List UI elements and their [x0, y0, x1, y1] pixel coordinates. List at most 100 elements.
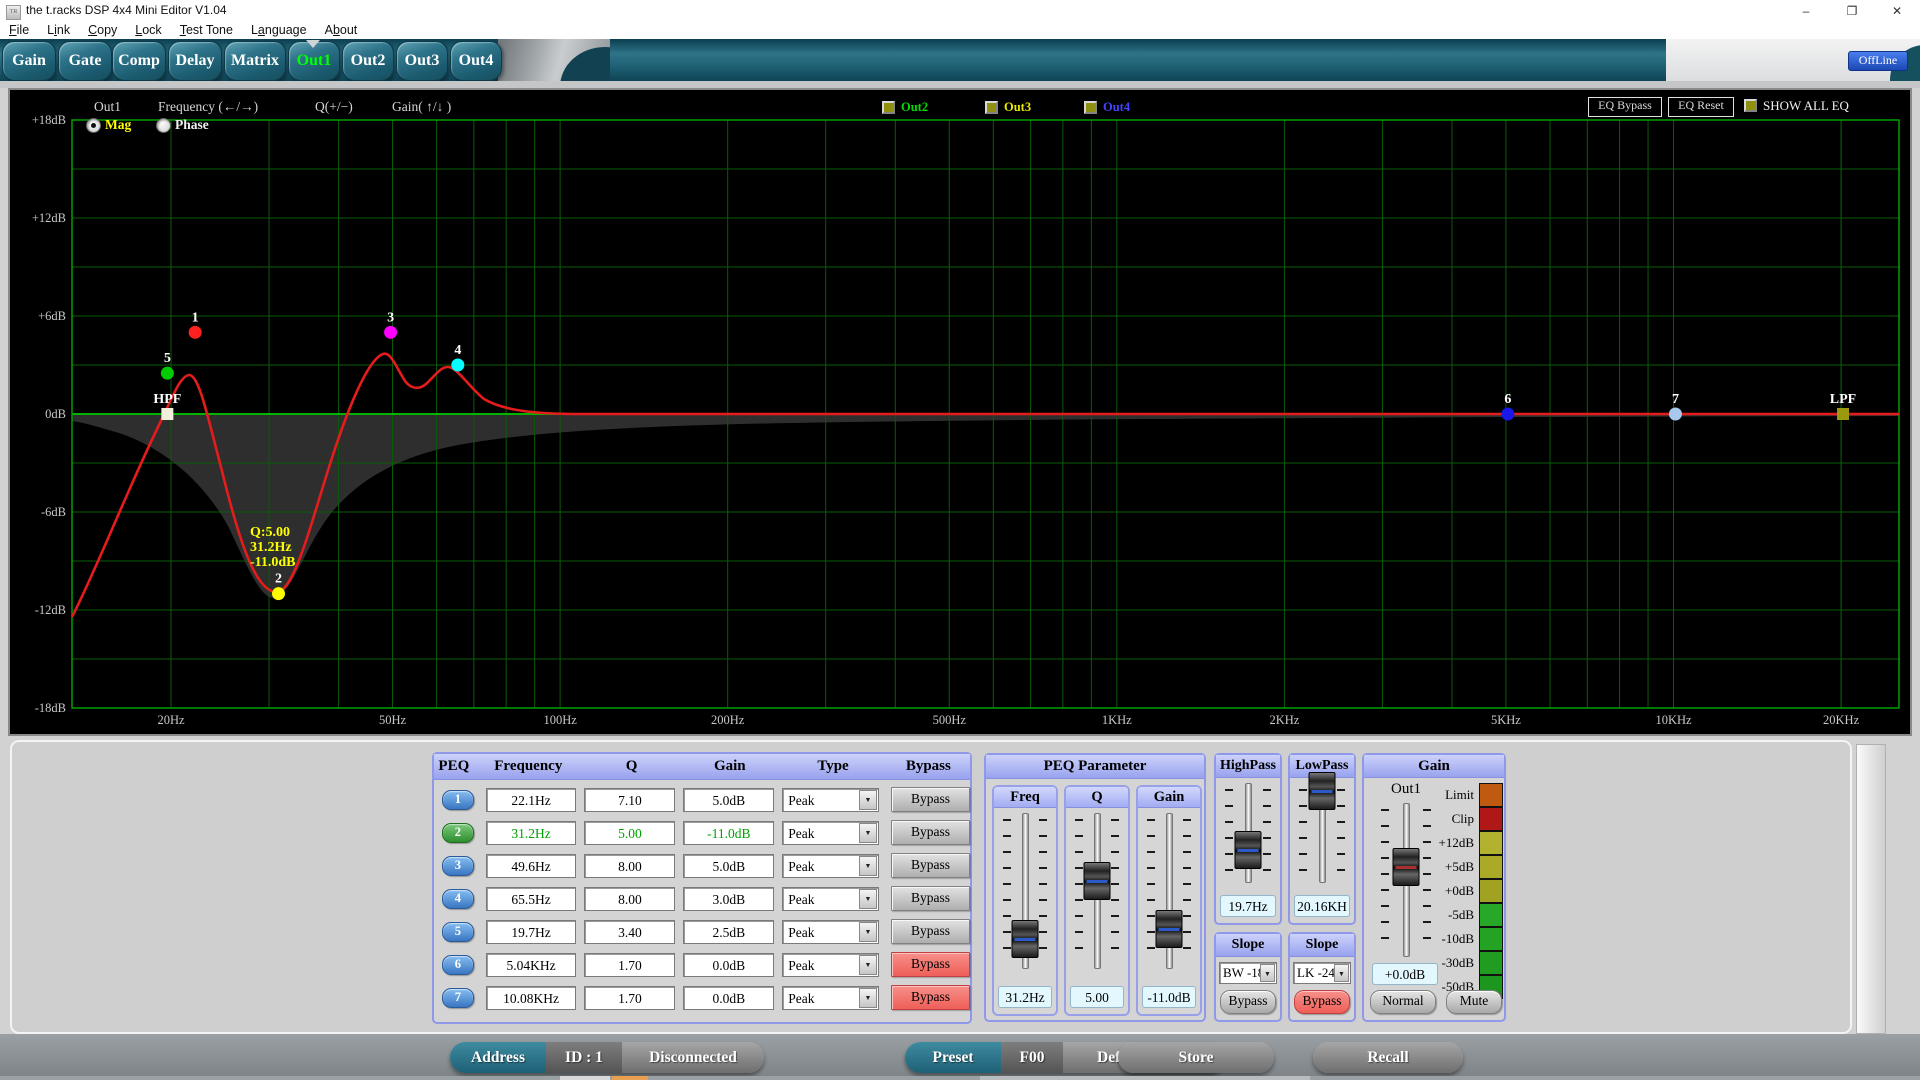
highpass-bypass-button[interactable]: Bypass: [1220, 990, 1276, 1014]
lowpass-bypass-button[interactable]: Bypass: [1294, 990, 1350, 1014]
gain-value[interactable]: -11.0dB: [1142, 986, 1196, 1008]
q-field[interactable]: 8.00: [584, 854, 675, 878]
menu-language[interactable]: Language: [242, 22, 316, 39]
menu-about[interactable]: About: [316, 22, 367, 39]
menu-link[interactable]: Link: [38, 22, 79, 39]
eq-point-3[interactable]: [384, 326, 397, 339]
type-dropdown[interactable]: Peak▼: [782, 887, 879, 911]
eq-reset-button[interactable]: EQ Reset: [1668, 97, 1734, 117]
recall-button[interactable]: Recall: [1313, 1042, 1463, 1073]
tab-delay[interactable]: Delay: [168, 41, 222, 81]
q-field[interactable]: 5.00: [584, 821, 675, 845]
lowpass-fader-handle[interactable]: [1309, 772, 1336, 810]
tab-gate[interactable]: Gate: [58, 41, 112, 81]
menu-copy[interactable]: Copy: [79, 22, 126, 39]
eq-point-7[interactable]: [1669, 408, 1682, 421]
bypass-button[interactable]: Bypass: [891, 853, 970, 878]
q-field[interactable]: 1.70: [584, 986, 675, 1010]
type-dropdown[interactable]: Peak▼: [782, 788, 879, 812]
gain-field[interactable]: 2.5dB: [683, 920, 774, 944]
q-field[interactable]: 8.00: [584, 887, 675, 911]
mute-button[interactable]: Mute: [1446, 990, 1502, 1014]
highpass-slope-dropdown[interactable]: BW -18 ▼: [1219, 962, 1277, 984]
chevron-down-icon[interactable]: ▼: [859, 823, 877, 843]
offline-status-button[interactable]: OffLine: [1848, 51, 1908, 71]
preset-button[interactable]: Preset: [905, 1042, 1001, 1073]
frequency-field[interactable]: 49.6Hz: [486, 854, 577, 878]
show-all-eq-checkbox[interactable]: [1744, 99, 1757, 112]
type-dropdown[interactable]: Peak▼: [782, 953, 879, 977]
band-number-badge[interactable]: 2: [442, 823, 474, 843]
chevron-down-icon[interactable]: ▼: [1334, 964, 1349, 982]
band-number-badge[interactable]: 7: [442, 988, 474, 1008]
eq-point-2[interactable]: [272, 587, 285, 600]
lowpass-slope-dropdown[interactable]: LK -24 ▼: [1293, 962, 1351, 984]
frequency-field[interactable]: 19.7Hz: [486, 920, 577, 944]
type-dropdown[interactable]: Peak▼: [782, 821, 879, 845]
q-value[interactable]: 5.00: [1070, 986, 1124, 1008]
chevron-down-icon[interactable]: ▼: [1260, 964, 1275, 982]
out4-overlay-checkbox[interactable]: [1084, 101, 1097, 114]
type-dropdown[interactable]: Peak▼: [782, 920, 879, 944]
mag-radio[interactable]: [86, 118, 101, 133]
out2-overlay-checkbox[interactable]: [882, 101, 895, 114]
gain-field[interactable]: 0.0dB: [683, 986, 774, 1010]
bypass-button[interactable]: Bypass: [891, 787, 970, 812]
gain-field[interactable]: 5.0dB: [683, 788, 774, 812]
output-gain-fader-handle[interactable]: [1393, 848, 1420, 886]
out3-overlay-checkbox[interactable]: [985, 101, 998, 114]
frequency-field[interactable]: 22.1Hz: [486, 788, 577, 812]
frequency-field[interactable]: 10.08KHz: [486, 986, 577, 1010]
bypass-button[interactable]: Bypass: [891, 952, 970, 977]
q-field[interactable]: 1.70: [584, 953, 675, 977]
frequency-field[interactable]: 5.04KHz: [486, 953, 577, 977]
tab-gain[interactable]: Gain: [2, 41, 56, 81]
band-number-badge[interactable]: 5: [442, 922, 474, 942]
freq-fader-handle[interactable]: [1012, 920, 1039, 958]
eq-point-4[interactable]: [451, 359, 464, 372]
chevron-down-icon[interactable]: ▼: [859, 922, 877, 942]
chevron-down-icon[interactable]: ▼: [859, 889, 877, 909]
gain-field[interactable]: -11.0dB: [683, 821, 774, 845]
type-dropdown[interactable]: Peak▼: [782, 986, 879, 1010]
preset-slot-label[interactable]: F00: [1001, 1042, 1063, 1073]
q-fader-handle[interactable]: [1084, 862, 1111, 900]
q-field[interactable]: 7.10: [584, 788, 675, 812]
eq-point-5[interactable]: [161, 367, 174, 380]
bypass-button[interactable]: Bypass: [891, 886, 970, 911]
device-id-label[interactable]: ID : 1: [546, 1042, 622, 1073]
eq-point-HPF[interactable]: [161, 408, 173, 420]
phase-radio[interactable]: [156, 118, 171, 133]
store-button[interactable]: Store: [1118, 1042, 1274, 1073]
q-field[interactable]: 3.40: [584, 920, 675, 944]
menu-test-tone[interactable]: Test Tone: [171, 22, 242, 39]
gain-field[interactable]: 3.0dB: [683, 887, 774, 911]
tab-out3[interactable]: Out3: [396, 41, 448, 81]
gain-field[interactable]: 5.0dB: [683, 854, 774, 878]
close-button[interactable]: ✕: [1874, 0, 1920, 22]
chevron-down-icon[interactable]: ▼: [859, 790, 877, 810]
frequency-field[interactable]: 65.5Hz: [486, 887, 577, 911]
freq-value[interactable]: 31.2Hz: [998, 986, 1052, 1008]
eq-point-1[interactable]: [189, 326, 202, 339]
bypass-button[interactable]: Bypass: [891, 919, 970, 944]
bypass-button[interactable]: Bypass: [891, 820, 970, 845]
highpass-fader-handle[interactable]: [1235, 831, 1262, 869]
highpass-value[interactable]: 19.7Hz: [1220, 895, 1276, 917]
chevron-down-icon[interactable]: ▼: [859, 955, 877, 975]
frequency-field[interactable]: 31.2Hz: [486, 821, 577, 845]
gain-fader-handle[interactable]: [1156, 910, 1183, 948]
maximize-button[interactable]: ❐: [1829, 0, 1875, 22]
tab-comp[interactable]: Comp: [112, 41, 166, 81]
eq-plot[interactable]: +18dB+12dB+6dB0dB-6dB-12dB-18dB20Hz50Hz1…: [10, 90, 1910, 734]
menu-file[interactable]: File: [0, 22, 38, 39]
eq-bypass-button[interactable]: EQ Bypass: [1588, 97, 1662, 117]
type-dropdown[interactable]: Peak▼: [782, 854, 879, 878]
tab-matrix[interactable]: Matrix: [224, 41, 286, 81]
menu-lock[interactable]: Lock: [126, 22, 170, 39]
chevron-down-icon[interactable]: ▼: [859, 856, 877, 876]
band-number-badge[interactable]: 4: [442, 889, 474, 909]
window-scrollbar[interactable]: [1856, 744, 1886, 1034]
eq-point-6[interactable]: [1501, 408, 1514, 421]
address-button[interactable]: Address: [450, 1042, 546, 1073]
